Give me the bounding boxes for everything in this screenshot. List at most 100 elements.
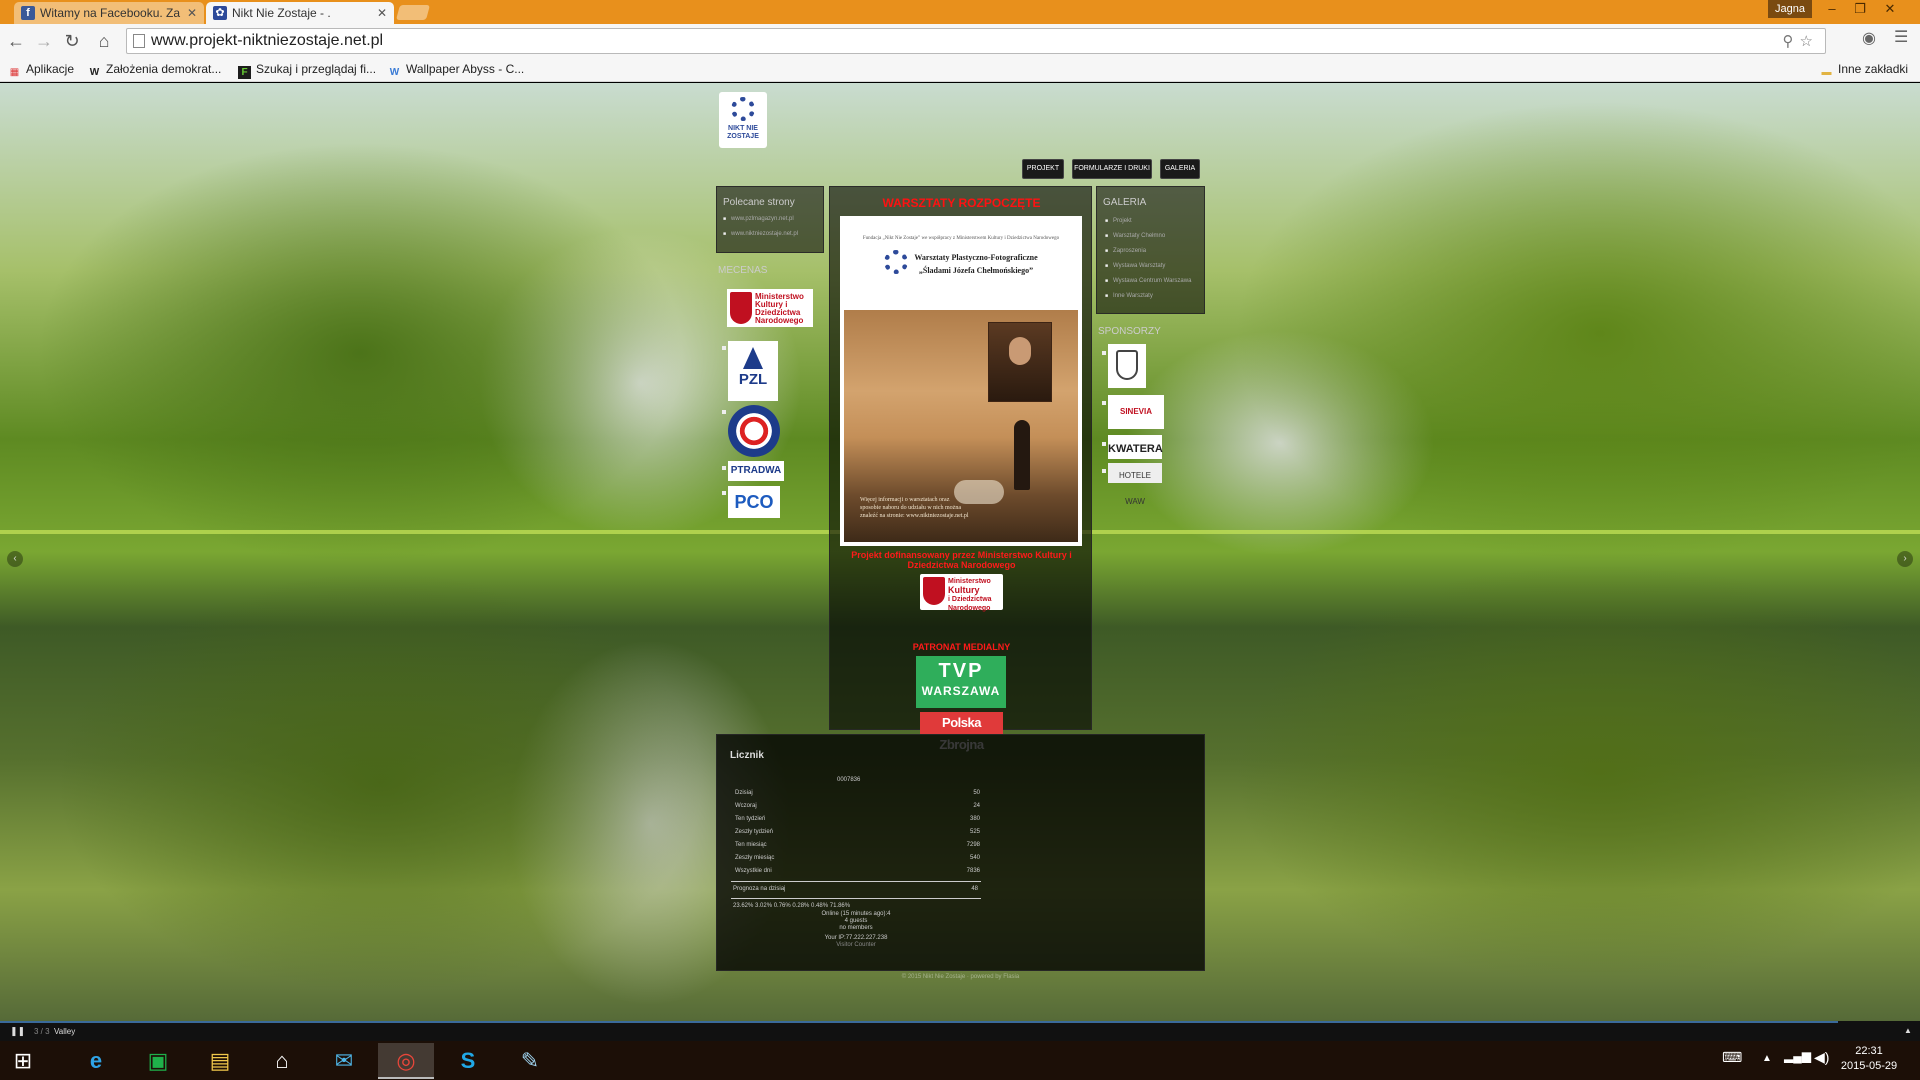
list-bullet: [1102, 469, 1106, 473]
tab-facebook[interactable]: f Witamy na Facebooku. Za ✕: [14, 2, 204, 24]
bookmark-wikipedia[interactable]: W Założenia demokrat...: [88, 62, 222, 79]
link-item[interactable]: www.pzlmagazyn.net.pl: [723, 216, 798, 222]
online-count: Online (15 minutes ago):4: [821, 911, 891, 917]
counter-row: Dzisiaj 50: [735, 790, 980, 796]
close-window-icon[interactable]: ✕: [1876, 0, 1904, 20]
taskbar: ⊞ e ▣ ▤ ⌂ ✉ ◎ S ✎ ⌨ ▲ ▂▄▆ ◀) 22:31 2015-…: [0, 1041, 1920, 1080]
bookmark-apps[interactable]: ▦ Aplikacje: [8, 62, 74, 79]
omnibox-tools[interactable]: ⚲☆: [1783, 32, 1819, 50]
expand-icon[interactable]: ▲: [1904, 1026, 1912, 1035]
skype-icon[interactable]: S: [440, 1043, 496, 1079]
prev-slide-icon[interactable]: ‹: [7, 551, 23, 567]
keyboard-icon[interactable]: ⌨: [1722, 1049, 1742, 1066]
menu-projekt[interactable]: PROJEKT: [1022, 159, 1064, 179]
reload-icon[interactable]: ↻: [60, 30, 84, 52]
star-icon[interactable]: ☆: [1800, 33, 1819, 50]
tray-arrow-icon[interactable]: ▲: [1762, 1053, 1772, 1064]
ministry-logo[interactable]: Ministerstwo Kultury i Dziedzictwa Narod…: [920, 574, 1003, 612]
bookmarks-bar: ▦ Aplikacje W Założenia demokrat... F Szuka…: [0, 58, 1920, 82]
home-icon[interactable]: ⌂: [254, 1043, 310, 1079]
other-bookmarks[interactable]: ▬ Inne zakładki: [1820, 62, 1909, 79]
pco-logo[interactable]: PCO: [728, 486, 780, 518]
wikipedia-icon: W: [89, 67, 100, 78]
sponsor-eagle-logo[interactable]: [1108, 344, 1146, 388]
poster-header: Fundacja „Nikt Nie Zostaje” we współprac…: [844, 220, 1078, 310]
gallery-title: GALERIA: [1103, 197, 1147, 208]
page-background: ‹ › NIKT NIE ZOSTAJE PROJEKT FORMULARZE …: [0, 83, 1920, 1021]
workshop-poster[interactable]: Fundacja „Nikt Nie Zostaje” we współprac…: [840, 216, 1082, 546]
page-icon: [133, 34, 145, 48]
folder-icon: ▬: [1821, 67, 1832, 78]
tvp-warszawa-logo[interactable]: TVP WARSZAWA: [916, 656, 1006, 708]
address-bar[interactable]: www.projekt-niktniezostaje.net.pl ⚲☆: [126, 28, 1826, 54]
poster-title-2: „Śladami Józefa Chełmońskiego”: [918, 266, 1034, 275]
pause-icon[interactable]: ❚❚: [10, 1026, 25, 1037]
gallery-item[interactable]: Inne Warsztaty: [1105, 293, 1191, 299]
browser-toolbar: ← → ↻ ⌂ www.projekt-niktniezostaje.net.p…: [0, 24, 1920, 58]
cofinance-note: Projekt dofinansowany przez Ministerstwo…: [851, 550, 1072, 570]
minimize-icon[interactable]: –: [1818, 0, 1846, 20]
profile-button[interactable]: Jagna: [1768, 0, 1812, 18]
store-icon[interactable]: ▣: [130, 1043, 186, 1079]
search-icon[interactable]: ⚲: [1783, 33, 1800, 50]
ie-icon[interactable]: e: [68, 1043, 124, 1079]
poster-more-info: Więcej informacji o warsztatach oraz spo…: [860, 497, 969, 519]
counter-title: Licznik: [730, 750, 764, 761]
counter-divider: [731, 881, 981, 882]
list-bullet: [1102, 401, 1106, 405]
ptradwa-logo[interactable]: PTRADWA: [728, 461, 784, 481]
gallery-panel: GALERIA Projekt Warsztaty Chełmno Zapros…: [1096, 186, 1205, 314]
gallery-item[interactable]: Wystawa Warsztaty: [1105, 263, 1191, 269]
browser-stats: 23.62% 3.02% 0.76% 0.28% 0.48% 71.86%: [733, 903, 851, 909]
forward-icon[interactable]: →: [32, 30, 56, 52]
eagle-icon: [923, 577, 945, 605]
mail-icon[interactable]: ✉: [316, 1043, 372, 1079]
gallery-item[interactable]: Zaproszenia: [1105, 248, 1191, 254]
chrome-icon[interactable]: ◎: [378, 1043, 434, 1079]
eagle-icon: [730, 292, 752, 324]
start-icon[interactable]: ⊞: [0, 1043, 46, 1079]
close-tab-icon[interactable]: ✕: [187, 2, 197, 24]
sponsor-kwatera-logo[interactable]: KWATERA: [1108, 435, 1163, 459]
clock[interactable]: 22:31 2015-05-29: [1834, 1044, 1904, 1074]
pzl-logo[interactable]: PZL: [728, 341, 778, 401]
tab-title: Nikt Nie Zostaje - .: [232, 6, 331, 20]
paint-icon[interactable]: ✎: [502, 1043, 558, 1079]
gallery-item[interactable]: Warsztaty Chełmno: [1105, 233, 1191, 239]
new-tab-button[interactable]: [395, 5, 431, 20]
tab-nikt-nie-zostaje[interactable]: ✿ Nikt Nie Zostaje - . ✕: [206, 2, 394, 24]
menu-formularze[interactable]: FORMULARZE I DRUKI: [1072, 159, 1152, 179]
pzl-emblem-icon: [743, 347, 763, 369]
site-logo[interactable]: NIKT NIE ZOSTAJE: [719, 92, 767, 148]
counter-row: Wszystkie dni 7836: [735, 868, 980, 874]
logo-text: NIKT NIE ZOSTAJE: [727, 125, 759, 140]
bookmark-wallpaper[interactable]: W Wallpaper Abyss - C...: [388, 62, 525, 79]
counter-divider: [731, 898, 981, 899]
menu-icon[interactable]: ☰: [1894, 27, 1908, 47]
ministry-patron-logo[interactable]: Ministerstwo Kultury i Dziedzictwa Narod…: [727, 289, 813, 327]
strzelec-logo[interactable]: [728, 405, 780, 457]
gallery-item[interactable]: Projekt: [1105, 218, 1191, 224]
extension-icon[interactable]: ◉: [1862, 28, 1876, 48]
explorer-icon[interactable]: ▤: [192, 1043, 248, 1079]
polska-zbrojna-logo[interactable]: Polska Zbrojna: [920, 712, 1003, 752]
sponsor-hotele-logo[interactable]: HOTELE WAW: [1108, 463, 1162, 506]
ministry-patron-text: Ministerstwo Kultury i Dziedzictwa Narod…: [755, 292, 804, 325]
link-item[interactable]: www.niktniezostaje.net.pl: [723, 231, 798, 237]
close-tab-icon[interactable]: ✕: [377, 2, 387, 24]
back-icon[interactable]: ←: [4, 30, 28, 52]
counter-forecast: Prognoza na dzisiaj 48: [733, 886, 978, 892]
footer-note: © 2015 Nikt Nie Zostaje · powered by Fla…: [901, 974, 1020, 980]
next-slide-icon[interactable]: ›: [1897, 551, 1913, 567]
menu-galeria[interactable]: GALERIA: [1160, 159, 1200, 179]
sponsor-sinevia-logo[interactable]: SINEVIA: [1108, 395, 1164, 429]
main-content: WARSZTATY ROZPOCZĘTE Fundacja „Nikt Nie …: [829, 186, 1092, 752]
list-bullet: [722, 410, 726, 414]
network-icon[interactable]: ▂▄▆: [1784, 1049, 1811, 1063]
bookmark-film[interactable]: F Szukaj i przeglądaj fi...: [238, 62, 376, 79]
visitor-counter: Licznik 0007836 Dzisiaj 50 Wczoraj 24 Ten …: [716, 734, 1205, 971]
gallery-item[interactable]: Wystawa Centrum Warszawa: [1105, 278, 1191, 284]
home-icon[interactable]: ⌂: [92, 30, 116, 52]
restore-icon[interactable]: ❐: [1846, 0, 1874, 20]
volume-icon[interactable]: ◀): [1814, 1049, 1829, 1066]
